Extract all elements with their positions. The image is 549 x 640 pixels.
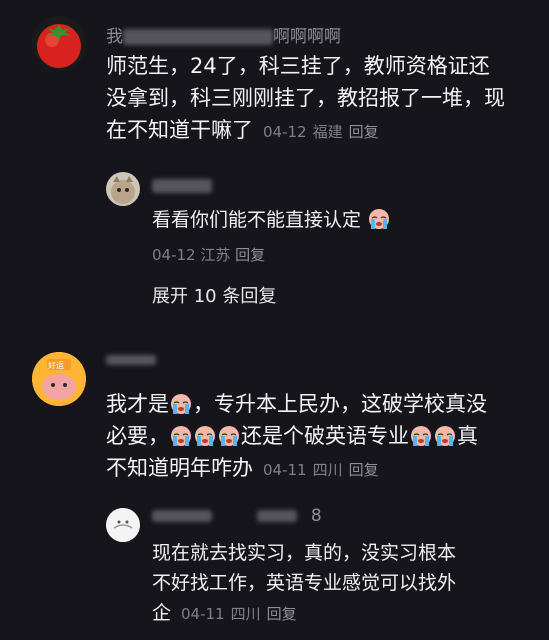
reply-username[interactable] bbox=[152, 176, 212, 196]
username[interactable]: 我啊啊啊啊 bbox=[106, 22, 341, 47]
reply-button[interactable]: 回复 bbox=[349, 123, 379, 141]
crying-face-icon bbox=[194, 424, 216, 446]
reply-button[interactable]: 回复 bbox=[267, 605, 297, 623]
comment-location: 四川 bbox=[312, 461, 343, 479]
comment-text: 师范生，24了，科三挂了，教师资格证还 没拿到，科三刚刚挂了，教招报了一堆，现 … bbox=[106, 54, 505, 142]
reply-button[interactable]: 回复 bbox=[349, 461, 379, 479]
crying-face-icon bbox=[170, 424, 192, 446]
reply-text: 看看你们能不能直接认定 bbox=[152, 205, 391, 235]
reply-button[interactable]: 回复 bbox=[235, 246, 265, 264]
crying-face-icon bbox=[170, 392, 192, 414]
comment-thread: 我啊啊啊啊 师范生，24了，科三挂了，教师资格证还 没拿到，科三刚刚挂了，教招报… bbox=[0, 0, 549, 640]
blurred-username bbox=[106, 355, 156, 365]
user-avatar-pink-character[interactable]: 好运 bbox=[32, 352, 86, 406]
reply-avatar-cat[interactable] bbox=[106, 172, 140, 206]
blurred-username bbox=[123, 29, 273, 45]
comment-date: 04-12 bbox=[263, 123, 307, 141]
blurred-username bbox=[257, 510, 298, 522]
comment-location: 福建 bbox=[312, 123, 343, 141]
crying-face-icon bbox=[368, 208, 390, 230]
expand-replies-button[interactable]: 展开 10 条回复 bbox=[152, 282, 276, 308]
reply-meta: 04-12 江苏 回复 bbox=[152, 244, 265, 265]
reply-date: 04-12 bbox=[152, 246, 196, 264]
crying-face-icon bbox=[410, 424, 432, 446]
reply-date: 04-11 bbox=[181, 605, 225, 623]
reply-location: 江苏 bbox=[200, 246, 231, 264]
reply-text: 现在就去找实习，真的，没实习根本 不好找工作，英语专业感觉可以找外 企 04-11… bbox=[152, 542, 457, 624]
reply-avatar[interactable] bbox=[106, 508, 140, 542]
crying-face-icon bbox=[218, 424, 240, 446]
comment-text: 我才是 ，专升本上民办，这破学校真没 必要， 还是个破英语专业真 不知道明年咋办 04… bbox=[106, 392, 487, 480]
comment-date: 04-11 bbox=[263, 461, 307, 479]
user-avatar-tomato[interactable] bbox=[32, 16, 86, 70]
username[interactable] bbox=[106, 350, 156, 370]
blurred-username bbox=[152, 510, 212, 522]
blurred-username bbox=[152, 179, 212, 193]
reply-location: 四川 bbox=[230, 605, 261, 623]
reply-username[interactable]: 8 bbox=[152, 506, 322, 526]
crying-face-icon bbox=[434, 424, 456, 446]
avatar-badge: 好运 bbox=[48, 361, 64, 370]
